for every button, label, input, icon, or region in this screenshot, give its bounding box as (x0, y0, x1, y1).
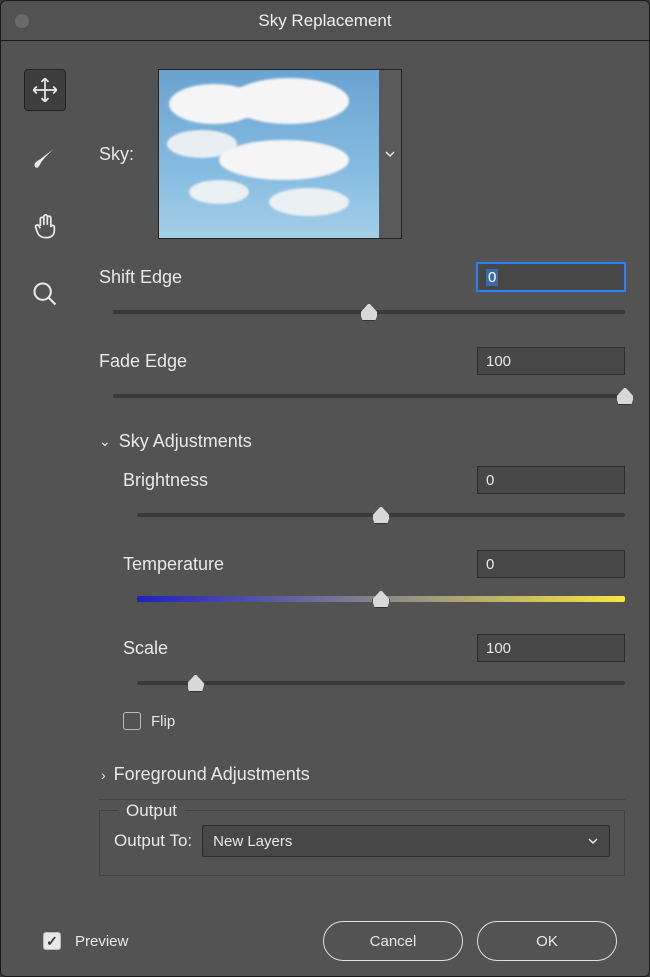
flip-label: Flip (151, 713, 175, 730)
brightness-value: 0 (486, 472, 494, 489)
fade-edge-label: Fade Edge (99, 351, 187, 372)
output-to-value: New Layers (213, 833, 292, 850)
temperature-label: Temperature (123, 554, 224, 575)
brightness-label: Brightness (123, 470, 208, 491)
chevron-down-icon: ⌄ (99, 433, 111, 450)
hand-icon (31, 212, 59, 240)
sky-adjustments-body: Brightness 0 Temperature 0 (99, 466, 625, 730)
scale-field[interactable]: 100 (477, 634, 625, 662)
flip-checkbox[interactable] (123, 712, 141, 730)
preview-label: Preview (75, 933, 128, 950)
temperature-slider[interactable] (137, 592, 625, 606)
dialog-body: Sky: (1, 41, 649, 976)
flip-row: Flip (123, 712, 625, 730)
magnifier-icon (31, 280, 59, 308)
move-tool[interactable] (24, 69, 66, 111)
chevron-down-icon (587, 835, 599, 847)
temperature-field[interactable]: 0 (477, 550, 625, 578)
sky-preset-picker[interactable] (158, 69, 402, 239)
brush-tool[interactable] (24, 137, 66, 179)
sky-picker-row: Sky: (99, 69, 625, 239)
cancel-button[interactable]: Cancel (323, 921, 463, 961)
hand-tool[interactable] (24, 205, 66, 247)
foreground-adjustments-title: Foreground Adjustments (114, 764, 310, 785)
brush-icon (31, 144, 59, 172)
zoom-tool[interactable] (24, 273, 66, 315)
tool-column (1, 41, 89, 906)
chevron-down-icon (384, 148, 396, 160)
window-title: Sky Replacement (258, 11, 391, 31)
titlebar[interactable]: Sky Replacement (1, 1, 649, 41)
shift-edge-row: Shift Edge 0 (99, 263, 625, 291)
sky-adjustments-title: Sky Adjustments (119, 431, 252, 452)
scale-label: Scale (123, 638, 168, 659)
scale-row: Scale 100 (123, 634, 625, 662)
divider (99, 799, 625, 800)
dialog-footer: Preview Cancel OK (1, 906, 649, 976)
foreground-adjustments-toggle[interactable]: › Foreground Adjustments (101, 764, 625, 785)
sky-adjustments-toggle[interactable]: ⌄ Sky Adjustments (99, 431, 625, 452)
output-legend: Output (118, 801, 185, 821)
brightness-slider[interactable] (137, 508, 625, 522)
fade-edge-row: Fade Edge 100 (99, 347, 625, 375)
sky-dropdown-handle[interactable] (379, 70, 401, 238)
fade-edge-slider[interactable] (113, 389, 625, 403)
fade-edge-field[interactable]: 100 (477, 347, 625, 375)
output-to-select[interactable]: New Layers (202, 825, 610, 857)
output-to-label: Output To: (114, 831, 192, 851)
scale-slider[interactable] (137, 676, 625, 690)
preview-checkbox[interactable] (43, 932, 61, 950)
output-section: Output Output To: New Layers (99, 810, 625, 876)
shift-edge-slider[interactable] (113, 305, 625, 319)
move-icon (31, 76, 59, 104)
shift-edge-value: 0 (486, 269, 498, 286)
main-area: Sky: (1, 41, 649, 906)
temperature-value: 0 (486, 556, 494, 573)
temperature-row: Temperature 0 (123, 550, 625, 578)
shift-edge-field[interactable]: 0 (477, 263, 625, 291)
sky-thumbnail (159, 70, 379, 238)
fade-edge-value: 100 (486, 353, 511, 370)
controls-panel: Sky: (89, 41, 649, 906)
brightness-row: Brightness 0 (123, 466, 625, 494)
shift-edge-label: Shift Edge (99, 267, 182, 288)
chevron-right-icon: › (101, 767, 106, 783)
sky-label: Sky: (99, 144, 134, 165)
scale-value: 100 (486, 640, 511, 657)
brightness-field[interactable]: 0 (477, 466, 625, 494)
ok-button[interactable]: OK (477, 921, 617, 961)
sky-replacement-dialog: Sky Replacement (0, 0, 650, 977)
window-control-dot[interactable] (15, 14, 29, 28)
